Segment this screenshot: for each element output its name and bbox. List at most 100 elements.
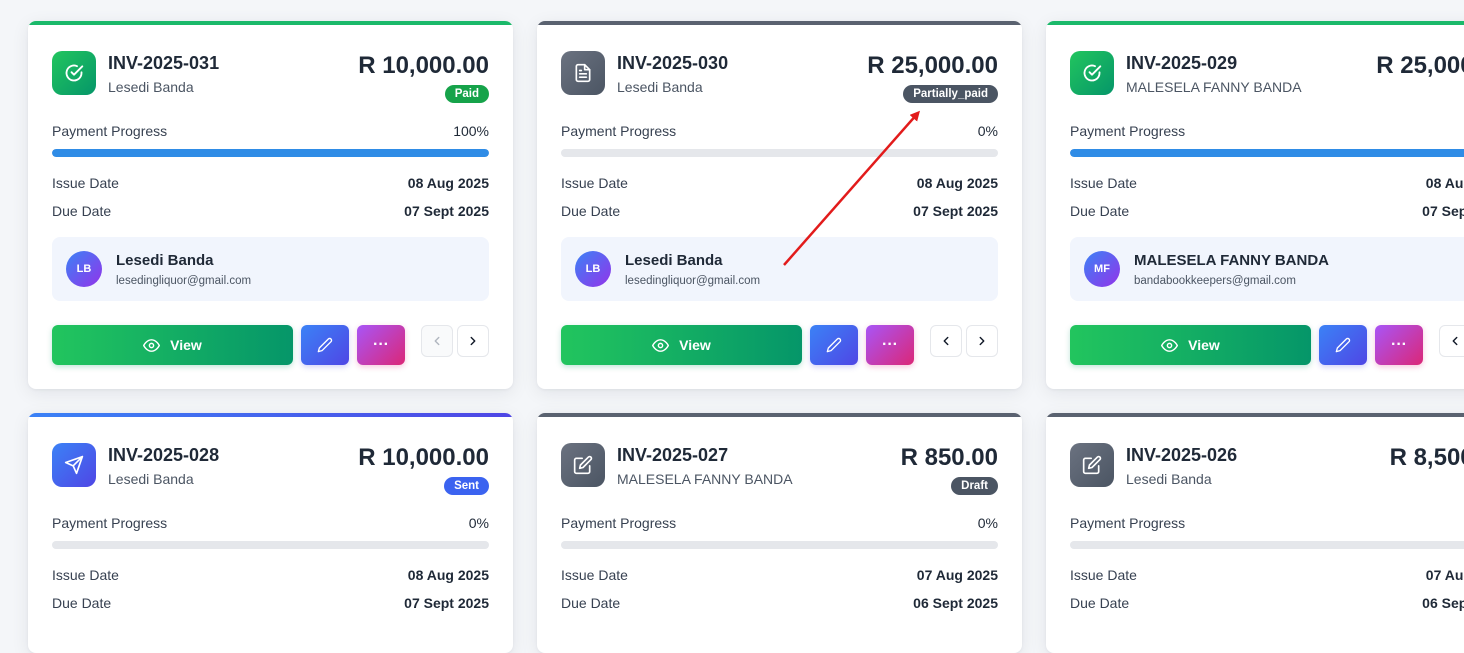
invoice-amount: R 8,500.00 [1389, 444, 1464, 471]
invoice-amount: R 850.00 [900, 444, 998, 471]
more-button[interactable]: ··· [1375, 325, 1423, 365]
invoice-client: Lesedi Banda [108, 471, 194, 487]
next-button[interactable] [966, 325, 998, 357]
invoice-client: Lesedi Banda [1126, 471, 1212, 487]
avatar: LB [66, 251, 102, 287]
payment-progress-value: 100% [453, 123, 489, 139]
edit-button[interactable] [1319, 325, 1367, 365]
invoice-client: MALESELA FANNY BANDA [617, 471, 793, 487]
check-circle-icon [52, 51, 96, 95]
invoice-card[interactable]: INV-2025-029 MALESELA FANNY BANDA R 25,0… [1046, 21, 1464, 389]
invoice-card[interactable]: INV-2025-031 Lesedi Banda R 10,000.00 Pa… [28, 21, 513, 389]
issue-date-value: 08 Aug 2025 [407, 175, 489, 191]
payment-progress-label: Payment Progress [561, 515, 677, 531]
previous-button[interactable] [930, 325, 962, 357]
invoice-client: Lesedi Banda [617, 79, 703, 95]
client-email: lesedingliquor@gmail.com [116, 275, 252, 287]
issue-date-label: Issue Date [52, 175, 119, 191]
check-circle-icon [1070, 51, 1114, 95]
client-email: lesedingliquor@gmail.com [625, 275, 761, 287]
issue-date-label: Issue Date [1070, 175, 1137, 191]
due-date-label: Due Date [52, 595, 112, 611]
eye-icon [143, 338, 161, 352]
status-accent-bar [28, 413, 513, 417]
view-button[interactable]: View [1070, 325, 1311, 365]
chevron-left-icon [1452, 336, 1458, 346]
invoice-number: INV-2025-029 [1126, 53, 1238, 73]
progress-fill [52, 149, 489, 157]
issue-date-label: Issue Date [561, 175, 628, 191]
invoice-number: INV-2025-028 [108, 445, 220, 465]
invoice-card[interactable]: INV-2025-028 Lesedi Banda R 10,000.00 Se… [28, 413, 513, 653]
payment-progress-bar [1070, 149, 1464, 157]
edit-button[interactable] [810, 325, 858, 365]
edit-button[interactable] [301, 325, 349, 365]
send-icon [52, 443, 96, 487]
invoice-amount: R 10,000.00 [358, 444, 489, 471]
invoice-client: Lesedi Banda [108, 79, 194, 95]
payment-progress-bar [52, 541, 489, 549]
issue-date-label: Issue Date [52, 567, 119, 583]
invoice-card[interactable]: INV-2025-030 Lesedi Banda R 25,000.00 Pa… [537, 21, 1022, 389]
issue-date-value: 07 Aug 2025 [1425, 567, 1464, 583]
payment-progress-bar [561, 149, 998, 157]
chevron-left-icon [943, 336, 949, 346]
invoice-card[interactable]: INV-2025-026 Lesedi Banda R 8,500.00 Pay… [1046, 413, 1464, 653]
edit-icon [1070, 443, 1114, 487]
more-button[interactable]: ··· [866, 325, 914, 365]
client-name: Lesedi Banda [625, 252, 723, 269]
issue-date-value: 08 Aug 2025 [407, 567, 489, 583]
previous-button[interactable] [1439, 325, 1464, 357]
document-icon [561, 51, 605, 95]
payment-progress-label: Payment Progress [52, 123, 168, 139]
invoice-number: INV-2025-031 [108, 53, 220, 73]
issue-date-value: 08 Aug 2025 [1425, 175, 1464, 191]
progress-fill [1070, 149, 1464, 157]
status-accent-bar [1046, 413, 1464, 417]
status-badge: Partially_paid [903, 85, 998, 103]
avatar: LB [575, 251, 611, 287]
previous-button[interactable] [421, 325, 453, 357]
chevron-right-icon [470, 336, 476, 346]
payment-progress-label: Payment Progress [561, 123, 677, 139]
status-badge: Draft [951, 477, 998, 495]
view-button-label: View [1188, 337, 1220, 353]
due-date-label: Due Date [1070, 203, 1130, 219]
invoice-number: INV-2025-030 [617, 53, 729, 73]
due-date-value: 07 Sept 2025 [913, 203, 998, 219]
issue-date-label: Issue Date [1070, 567, 1137, 583]
invoice-amount: R 25,000.00 [867, 52, 998, 79]
more-button[interactable]: ··· [357, 325, 405, 365]
chevron-left-icon [434, 336, 440, 346]
payment-progress-bar [52, 149, 489, 157]
issue-date-label: Issue Date [561, 567, 628, 583]
more-icon: ··· [882, 336, 898, 353]
due-date-label: Due Date [52, 203, 112, 219]
view-button-label: View [679, 337, 711, 353]
issue-date-value: 08 Aug 2025 [916, 175, 998, 191]
more-icon: ··· [373, 336, 389, 353]
pencil-icon [826, 337, 842, 353]
issue-date-value: 07 Aug 2025 [916, 567, 998, 583]
edit-icon [561, 443, 605, 487]
eye-icon [1161, 338, 1179, 352]
view-button[interactable]: View [52, 325, 293, 365]
due-date-label: Due Date [561, 595, 621, 611]
client-name: Lesedi Banda [116, 252, 214, 269]
more-icon: ··· [1391, 336, 1407, 353]
chevron-right-icon [979, 336, 985, 346]
invoice-card[interactable]: INV-2025-027 MALESELA FANNY BANDA R 850.… [537, 413, 1022, 653]
status-badge: Sent [444, 477, 489, 495]
next-button[interactable] [457, 325, 489, 357]
client-info: LB Lesedi Banda lesedingliquor@gmail.com [52, 237, 489, 301]
invoice-number: INV-2025-027 [617, 445, 729, 465]
status-badge: Paid [444, 85, 489, 103]
payment-progress-value: 0% [977, 123, 998, 139]
due-date-label: Due Date [561, 203, 621, 219]
pencil-icon [317, 337, 333, 353]
view-button[interactable]: View [561, 325, 802, 365]
due-date-label: Due Date [1070, 595, 1130, 611]
status-accent-bar [537, 413, 1022, 417]
invoice-amount: R 25,000.00 [1376, 52, 1464, 79]
invoice-number: INV-2025-026 [1126, 445, 1238, 465]
